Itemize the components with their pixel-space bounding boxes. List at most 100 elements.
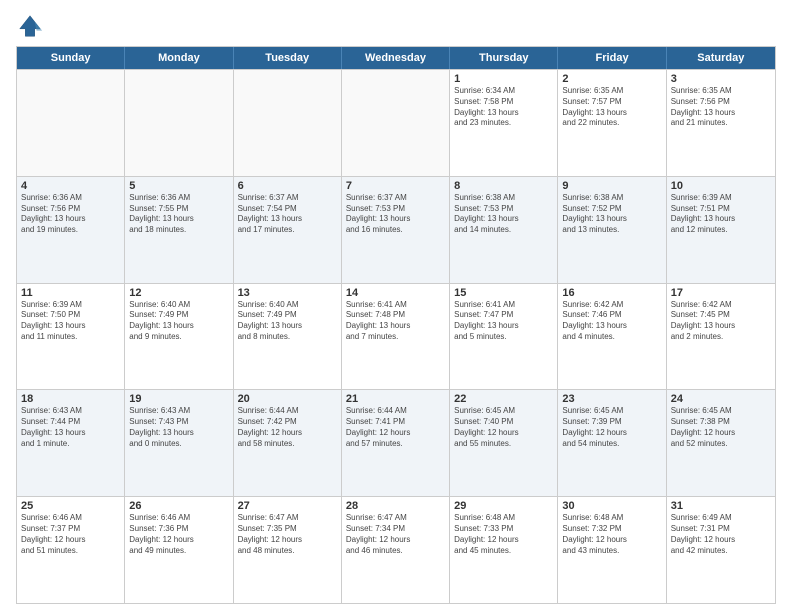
day-info: Sunrise: 6:47 AM Sunset: 7:35 PM Dayligh… bbox=[238, 513, 337, 556]
calendar-cell: 31Sunrise: 6:49 AM Sunset: 7:31 PM Dayli… bbox=[667, 497, 775, 603]
day-info: Sunrise: 6:40 AM Sunset: 7:49 PM Dayligh… bbox=[129, 300, 228, 343]
calendar-cell: 4Sunrise: 6:36 AM Sunset: 7:56 PM Daylig… bbox=[17, 177, 125, 283]
calendar-cell: 20Sunrise: 6:44 AM Sunset: 7:42 PM Dayli… bbox=[234, 390, 342, 496]
day-number: 25 bbox=[21, 500, 120, 512]
calendar-cell: 2Sunrise: 6:35 AM Sunset: 7:57 PM Daylig… bbox=[558, 70, 666, 176]
day-number: 23 bbox=[562, 393, 661, 405]
day-info: Sunrise: 6:44 AM Sunset: 7:41 PM Dayligh… bbox=[346, 406, 445, 449]
calendar-cell: 17Sunrise: 6:42 AM Sunset: 7:45 PM Dayli… bbox=[667, 284, 775, 390]
day-number: 5 bbox=[129, 180, 228, 192]
day-info: Sunrise: 6:42 AM Sunset: 7:46 PM Dayligh… bbox=[562, 300, 661, 343]
page: SundayMondayTuesdayWednesdayThursdayFrid… bbox=[0, 0, 792, 612]
header-day-sunday: Sunday bbox=[17, 47, 125, 69]
calendar-cell: 9Sunrise: 6:38 AM Sunset: 7:52 PM Daylig… bbox=[558, 177, 666, 283]
day-number: 15 bbox=[454, 287, 553, 299]
calendar-header: SundayMondayTuesdayWednesdayThursdayFrid… bbox=[17, 47, 775, 69]
calendar-cell: 5Sunrise: 6:36 AM Sunset: 7:55 PM Daylig… bbox=[125, 177, 233, 283]
day-number: 12 bbox=[129, 287, 228, 299]
day-number: 27 bbox=[238, 500, 337, 512]
day-info: Sunrise: 6:41 AM Sunset: 7:48 PM Dayligh… bbox=[346, 300, 445, 343]
day-number: 16 bbox=[562, 287, 661, 299]
calendar-cell bbox=[234, 70, 342, 176]
calendar-cell: 26Sunrise: 6:46 AM Sunset: 7:36 PM Dayli… bbox=[125, 497, 233, 603]
day-info: Sunrise: 6:38 AM Sunset: 7:53 PM Dayligh… bbox=[454, 193, 553, 236]
calendar-row-2: 11Sunrise: 6:39 AM Sunset: 7:50 PM Dayli… bbox=[17, 283, 775, 390]
day-info: Sunrise: 6:35 AM Sunset: 7:57 PM Dayligh… bbox=[562, 86, 661, 129]
day-info: Sunrise: 6:36 AM Sunset: 7:56 PM Dayligh… bbox=[21, 193, 120, 236]
calendar-cell: 24Sunrise: 6:45 AM Sunset: 7:38 PM Dayli… bbox=[667, 390, 775, 496]
day-number: 6 bbox=[238, 180, 337, 192]
day-number: 21 bbox=[346, 393, 445, 405]
calendar-cell: 1Sunrise: 6:34 AM Sunset: 7:58 PM Daylig… bbox=[450, 70, 558, 176]
calendar-row-0: 1Sunrise: 6:34 AM Sunset: 7:58 PM Daylig… bbox=[17, 69, 775, 176]
day-info: Sunrise: 6:39 AM Sunset: 7:50 PM Dayligh… bbox=[21, 300, 120, 343]
calendar-cell: 7Sunrise: 6:37 AM Sunset: 7:53 PM Daylig… bbox=[342, 177, 450, 283]
calendar-cell: 30Sunrise: 6:48 AM Sunset: 7:32 PM Dayli… bbox=[558, 497, 666, 603]
day-number: 31 bbox=[671, 500, 771, 512]
header-day-friday: Friday bbox=[558, 47, 666, 69]
calendar-cell: 21Sunrise: 6:44 AM Sunset: 7:41 PM Dayli… bbox=[342, 390, 450, 496]
day-number: 13 bbox=[238, 287, 337, 299]
logo bbox=[16, 12, 48, 40]
day-info: Sunrise: 6:48 AM Sunset: 7:32 PM Dayligh… bbox=[562, 513, 661, 556]
calendar-cell: 27Sunrise: 6:47 AM Sunset: 7:35 PM Dayli… bbox=[234, 497, 342, 603]
day-number: 14 bbox=[346, 287, 445, 299]
calendar-cell: 16Sunrise: 6:42 AM Sunset: 7:46 PM Dayli… bbox=[558, 284, 666, 390]
day-number: 3 bbox=[671, 73, 771, 85]
header-day-wednesday: Wednesday bbox=[342, 47, 450, 69]
calendar-cell: 10Sunrise: 6:39 AM Sunset: 7:51 PM Dayli… bbox=[667, 177, 775, 283]
day-info: Sunrise: 6:38 AM Sunset: 7:52 PM Dayligh… bbox=[562, 193, 661, 236]
calendar-cell: 29Sunrise: 6:48 AM Sunset: 7:33 PM Dayli… bbox=[450, 497, 558, 603]
calendar-cell: 23Sunrise: 6:45 AM Sunset: 7:39 PM Dayli… bbox=[558, 390, 666, 496]
calendar-cell: 6Sunrise: 6:37 AM Sunset: 7:54 PM Daylig… bbox=[234, 177, 342, 283]
day-number: 2 bbox=[562, 73, 661, 85]
calendar-cell: 18Sunrise: 6:43 AM Sunset: 7:44 PM Dayli… bbox=[17, 390, 125, 496]
calendar-cell: 19Sunrise: 6:43 AM Sunset: 7:43 PM Dayli… bbox=[125, 390, 233, 496]
day-number: 4 bbox=[21, 180, 120, 192]
calendar-cell: 15Sunrise: 6:41 AM Sunset: 7:47 PM Dayli… bbox=[450, 284, 558, 390]
day-number: 7 bbox=[346, 180, 445, 192]
calendar-row-1: 4Sunrise: 6:36 AM Sunset: 7:56 PM Daylig… bbox=[17, 176, 775, 283]
day-info: Sunrise: 6:44 AM Sunset: 7:42 PM Dayligh… bbox=[238, 406, 337, 449]
calendar-row-4: 25Sunrise: 6:46 AM Sunset: 7:37 PM Dayli… bbox=[17, 496, 775, 603]
day-number: 30 bbox=[562, 500, 661, 512]
day-info: Sunrise: 6:37 AM Sunset: 7:53 PM Dayligh… bbox=[346, 193, 445, 236]
day-number: 8 bbox=[454, 180, 553, 192]
header bbox=[16, 12, 776, 40]
calendar-cell: 3Sunrise: 6:35 AM Sunset: 7:56 PM Daylig… bbox=[667, 70, 775, 176]
header-day-saturday: Saturday bbox=[667, 47, 775, 69]
calendar: SundayMondayTuesdayWednesdayThursdayFrid… bbox=[16, 46, 776, 604]
calendar-cell: 25Sunrise: 6:46 AM Sunset: 7:37 PM Dayli… bbox=[17, 497, 125, 603]
day-info: Sunrise: 6:46 AM Sunset: 7:37 PM Dayligh… bbox=[21, 513, 120, 556]
day-number: 22 bbox=[454, 393, 553, 405]
day-info: Sunrise: 6:43 AM Sunset: 7:44 PM Dayligh… bbox=[21, 406, 120, 449]
day-info: Sunrise: 6:45 AM Sunset: 7:39 PM Dayligh… bbox=[562, 406, 661, 449]
day-number: 1 bbox=[454, 73, 553, 85]
calendar-cell: 8Sunrise: 6:38 AM Sunset: 7:53 PM Daylig… bbox=[450, 177, 558, 283]
calendar-body: 1Sunrise: 6:34 AM Sunset: 7:58 PM Daylig… bbox=[17, 69, 775, 603]
day-info: Sunrise: 6:47 AM Sunset: 7:34 PM Dayligh… bbox=[346, 513, 445, 556]
day-number: 26 bbox=[129, 500, 228, 512]
day-number: 18 bbox=[21, 393, 120, 405]
calendar-cell bbox=[342, 70, 450, 176]
header-day-thursday: Thursday bbox=[450, 47, 558, 69]
day-info: Sunrise: 6:43 AM Sunset: 7:43 PM Dayligh… bbox=[129, 406, 228, 449]
day-info: Sunrise: 6:34 AM Sunset: 7:58 PM Dayligh… bbox=[454, 86, 553, 129]
day-number: 29 bbox=[454, 500, 553, 512]
day-info: Sunrise: 6:45 AM Sunset: 7:40 PM Dayligh… bbox=[454, 406, 553, 449]
calendar-row-3: 18Sunrise: 6:43 AM Sunset: 7:44 PM Dayli… bbox=[17, 389, 775, 496]
day-info: Sunrise: 6:35 AM Sunset: 7:56 PM Dayligh… bbox=[671, 86, 771, 129]
day-number: 10 bbox=[671, 180, 771, 192]
day-info: Sunrise: 6:42 AM Sunset: 7:45 PM Dayligh… bbox=[671, 300, 771, 343]
day-number: 20 bbox=[238, 393, 337, 405]
day-info: Sunrise: 6:48 AM Sunset: 7:33 PM Dayligh… bbox=[454, 513, 553, 556]
header-day-monday: Monday bbox=[125, 47, 233, 69]
logo-icon bbox=[16, 12, 44, 40]
calendar-cell: 22Sunrise: 6:45 AM Sunset: 7:40 PM Dayli… bbox=[450, 390, 558, 496]
day-info: Sunrise: 6:40 AM Sunset: 7:49 PM Dayligh… bbox=[238, 300, 337, 343]
day-number: 11 bbox=[21, 287, 120, 299]
calendar-cell: 12Sunrise: 6:40 AM Sunset: 7:49 PM Dayli… bbox=[125, 284, 233, 390]
day-info: Sunrise: 6:41 AM Sunset: 7:47 PM Dayligh… bbox=[454, 300, 553, 343]
calendar-cell bbox=[17, 70, 125, 176]
day-info: Sunrise: 6:39 AM Sunset: 7:51 PM Dayligh… bbox=[671, 193, 771, 236]
